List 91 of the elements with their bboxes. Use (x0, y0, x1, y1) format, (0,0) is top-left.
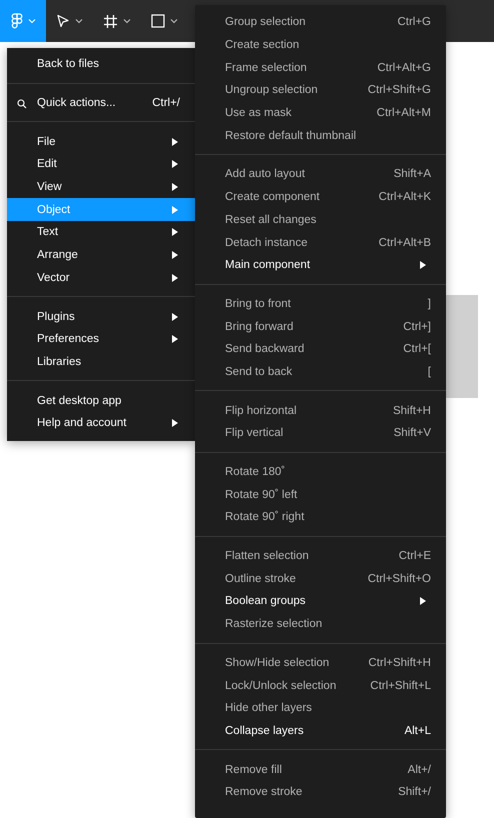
menu-item-label: Group selection (225, 16, 307, 28)
menu-item-label: Restore default thumbnail (225, 130, 358, 142)
menu-item-label: Rotate 180˚ (225, 466, 286, 478)
menu-item[interactable]: Arrange (7, 244, 195, 266)
menu-item-label: Detach instance (225, 236, 308, 249)
menu-item-label: Get desktop app (37, 394, 122, 407)
pointer-icon (56, 14, 70, 28)
menu-item-label: Outline stroke (225, 572, 297, 585)
menu-item[interactable]: Text (7, 221, 195, 244)
shortcut-text: Ctrl+G (397, 16, 431, 28)
menu-item-label: Lock/Unlock selection (225, 680, 338, 692)
menu-item-label: Arrange (37, 249, 79, 262)
menu-item-label: Create component (225, 191, 321, 204)
shortcut-text: Ctrl+Alt+K (378, 191, 431, 204)
shortcut-text: Alt+/ (408, 764, 431, 776)
menu-item-label: Quick actions... (37, 97, 117, 110)
shortcut-text: Ctrl+Shift+L (370, 680, 431, 692)
menu-item[interactable]: Main component (195, 254, 446, 277)
menu-item-label: Plugins (37, 310, 76, 323)
shortcut-text: Ctrl+/ (152, 97, 180, 110)
menu-item[interactable]: Back to files (7, 53, 195, 76)
menu-item-label: Collapse layers (225, 724, 305, 737)
shortcut-text: Ctrl+Shift+G (368, 84, 431, 96)
menu-item-label: Send backward (225, 343, 306, 356)
shortcut-text: Ctrl+Alt+M (376, 107, 431, 120)
shortcut-text: [ (428, 366, 431, 378)
menu-item-label: Ungroup selection (225, 84, 319, 96)
menu-item[interactable]: Vector (7, 266, 195, 290)
rectangle-icon (151, 14, 165, 28)
shortcut-text: Ctrl+Shift+H (368, 656, 431, 669)
menu-item-label: Edit (37, 158, 58, 170)
shortcut-text: ] (428, 298, 431, 310)
menu-item-label: Flip vertical (225, 427, 284, 440)
menu-item[interactable]: Libraries (7, 350, 195, 374)
menu-item[interactable]: Help and account (7, 412, 195, 435)
logo-icon (10, 13, 22, 29)
shortcut-text: Ctrl+Alt+G (377, 62, 431, 74)
frame-icon (103, 14, 118, 28)
menu-item-label: Rotate 90˚ left (225, 488, 298, 501)
menu-item-label: Flatten selection (225, 550, 310, 562)
menu-item[interactable]: Get desktop app (7, 389, 195, 412)
menu-item-label: Remove stroke (225, 786, 304, 798)
menu-item-label: Rotate 90˚ right (225, 511, 306, 524)
menu-item-label: Main component (225, 259, 312, 272)
menu-item-label: Hide other layers (225, 702, 313, 714)
chevron-down-icon (123, 18, 131, 24)
menu-item-label: Reset all changes (225, 214, 318, 226)
menu-item[interactable]: Edit (7, 153, 195, 176)
menu-item-label: Show/Hide selection (225, 656, 330, 669)
menu-item[interactable]: View (7, 176, 195, 198)
menu-item[interactable]: Preferences (7, 328, 195, 351)
menu-item-label: View (37, 181, 63, 194)
menu-item[interactable]: Quick actions... Ctrl+/ (7, 92, 195, 114)
shortcut-text: Ctrl+Alt+B (378, 236, 431, 249)
menu-item-label: Libraries (37, 356, 82, 368)
menu-item[interactable]: Collapse layers Alt+L (195, 720, 446, 742)
menu-item-label: Help and account (37, 417, 128, 430)
main-menu-button[interactable] (0, 0, 46, 42)
search-icon (17, 98, 27, 109)
menu-item-label: File (37, 136, 57, 148)
menu-item-label: Flip horizontal (225, 404, 298, 417)
shortcut-text: Shift+A (394, 168, 431, 180)
menu-item[interactable]: File (7, 130, 195, 154)
shortcut-text: Shift+H (392, 404, 431, 417)
chevron-down-icon (28, 18, 36, 24)
menu-item-label: Frame selection (225, 62, 308, 74)
menu-item-label: Remove fill (225, 764, 283, 776)
chevron-down-icon (170, 18, 178, 24)
shortcut-text: Ctrl+[ (403, 343, 431, 356)
shortcut-text: Ctrl+E (398, 550, 431, 562)
shortcut-text: Ctrl+] (403, 320, 431, 333)
menu-item-label: Vector (37, 272, 71, 284)
shortcut-text: Ctrl+Shift+O (368, 572, 431, 585)
menu-item-label: Preferences (37, 333, 100, 346)
menu-item-label: Use as mask (225, 107, 292, 120)
menu-item-label: Back to files (37, 58, 100, 70)
shortcut-text: Alt+L (404, 724, 431, 737)
chevron-down-icon (75, 18, 83, 24)
menu-item-label: Boolean groups (225, 595, 307, 608)
menu-item-label: Bring forward (225, 320, 294, 333)
menu-item-label: Send to back (225, 366, 294, 378)
menu-item-label: Bring to front (225, 298, 292, 310)
menu-item-label: Create section (225, 39, 300, 52)
shortcut-text: Shift+/ (398, 786, 431, 798)
menu-item[interactable]: Plugins (7, 305, 195, 328)
menu-item-label: Object (37, 204, 72, 216)
menu-item[interactable]: Boolean groups (195, 590, 446, 613)
menu-item-label: Add auto layout (225, 168, 306, 180)
menu-item-label: Rasterize selection (225, 618, 324, 630)
menu-item-label: Text (37, 226, 60, 238)
shortcut-text: Shift+V (394, 427, 431, 440)
